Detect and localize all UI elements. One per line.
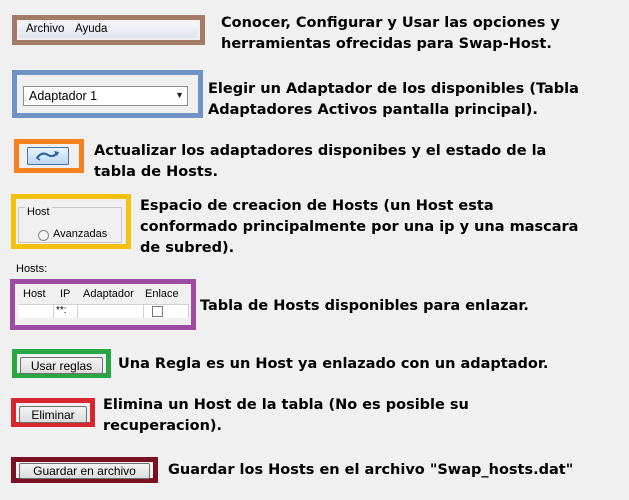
advanced-radio-label[interactable]: Avanzadas bbox=[53, 228, 107, 240]
description-line: conformado principalmente por una ip y u… bbox=[140, 219, 579, 235]
description-line: herramientas ofrecidas para Swap-Host. bbox=[221, 36, 552, 52]
description-line: Tabla de Hosts disponibles para enlazar. bbox=[200, 298, 529, 314]
column-adapter[interactable]: Adaptador bbox=[83, 288, 134, 304]
table-cell-host[interactable] bbox=[19, 304, 54, 318]
menu-bar-highlight: Archivo Ayuda bbox=[12, 15, 205, 45]
hosts-description: Espacio de creacion de Hosts (un Host es… bbox=[140, 196, 578, 259]
adapter-select-value: Adaptador 1 bbox=[29, 89, 98, 103]
use-rules-button[interactable]: Usar reglas bbox=[20, 357, 103, 374]
refresh-description: Actualizar los adaptadores disponibes y … bbox=[94, 141, 546, 183]
column-ip[interactable]: IP bbox=[60, 288, 70, 304]
description-line: Espacio de creacion de Hosts (un Host es… bbox=[140, 198, 494, 214]
adapter-description: Elegir un Adaptador de los disponibles (… bbox=[208, 79, 579, 121]
save-to-file-button[interactable]: Guardar en archivo bbox=[19, 463, 150, 479]
description-line: recuperacion). bbox=[103, 418, 223, 434]
description-line: Una Regla es un Host ya enlazado con un … bbox=[118, 356, 549, 372]
host-group-highlight: Host Avanzadas bbox=[11, 194, 131, 249]
description-line: Actualizar los adaptadores disponibes y … bbox=[94, 143, 547, 159]
description-line: Guardar los Hosts en el archivo "Swap_ho… bbox=[168, 462, 574, 478]
refresh-icon bbox=[35, 151, 59, 161]
menu-description: Conocer, Configurar y Usar las opciones … bbox=[221, 13, 560, 55]
description-line: Adaptadores Activos pantalla principal). bbox=[208, 102, 538, 118]
table-description: Tabla de Hosts disponibles para enlazar. bbox=[200, 296, 529, 317]
table-cell-ip[interactable]: **: bbox=[54, 304, 78, 318]
column-host[interactable]: Host bbox=[23, 288, 46, 304]
description-line: Conocer, Configurar y Usar las opciones … bbox=[221, 15, 560, 31]
menu-archivo[interactable]: Archivo bbox=[26, 23, 64, 35]
description-line: Elegir un Adaptador de los disponibles (… bbox=[208, 81, 579, 97]
refresh-button-highlight bbox=[14, 139, 84, 173]
menu-ayuda[interactable]: Ayuda bbox=[75, 23, 107, 35]
description-line: Elimina un Host de la tabla (No es posib… bbox=[103, 397, 469, 413]
host-group-legend: Host bbox=[25, 206, 52, 218]
table-cell-link[interactable] bbox=[144, 304, 189, 318]
description-line: tabla de Hosts. bbox=[94, 164, 218, 180]
host-group: Host Avanzadas bbox=[18, 206, 122, 243]
link-checkbox[interactable] bbox=[152, 306, 163, 317]
delete-description: Elimina un Host de la tabla (No es posib… bbox=[103, 395, 469, 437]
table-cell-adapter[interactable] bbox=[78, 304, 144, 318]
description-line: de subred). bbox=[140, 240, 235, 256]
dropdown-arrow-icon[interactable]: ▼ bbox=[175, 90, 184, 100]
adapter-select[interactable]: Adaptador 1 ▼ bbox=[23, 86, 188, 106]
rules-description: Una Regla es un Host ya enlazado con un … bbox=[118, 354, 548, 375]
hosts-label: Hosts: bbox=[16, 263, 48, 275]
delete-button[interactable]: Eliminar bbox=[19, 406, 87, 423]
advanced-radio[interactable] bbox=[38, 230, 49, 241]
menu-bar: Archivo Ayuda bbox=[19, 22, 198, 38]
use-rules-highlight: Usar reglas bbox=[12, 349, 111, 378]
save-description: Guardar los Hosts en el archivo "Swap_ho… bbox=[168, 460, 573, 481]
hosts-table-highlight: Host IP Adaptador Enlace **: bbox=[10, 279, 196, 330]
column-link[interactable]: Enlace bbox=[145, 288, 179, 304]
hosts-table[interactable]: Host IP Adaptador Enlace **: bbox=[19, 288, 189, 318]
delete-highlight: Eliminar bbox=[11, 398, 95, 427]
adapter-select-highlight: Adaptador 1 ▼ bbox=[12, 70, 203, 118]
refresh-button[interactable] bbox=[27, 147, 69, 165]
save-highlight: Guardar en archivo bbox=[11, 457, 158, 483]
